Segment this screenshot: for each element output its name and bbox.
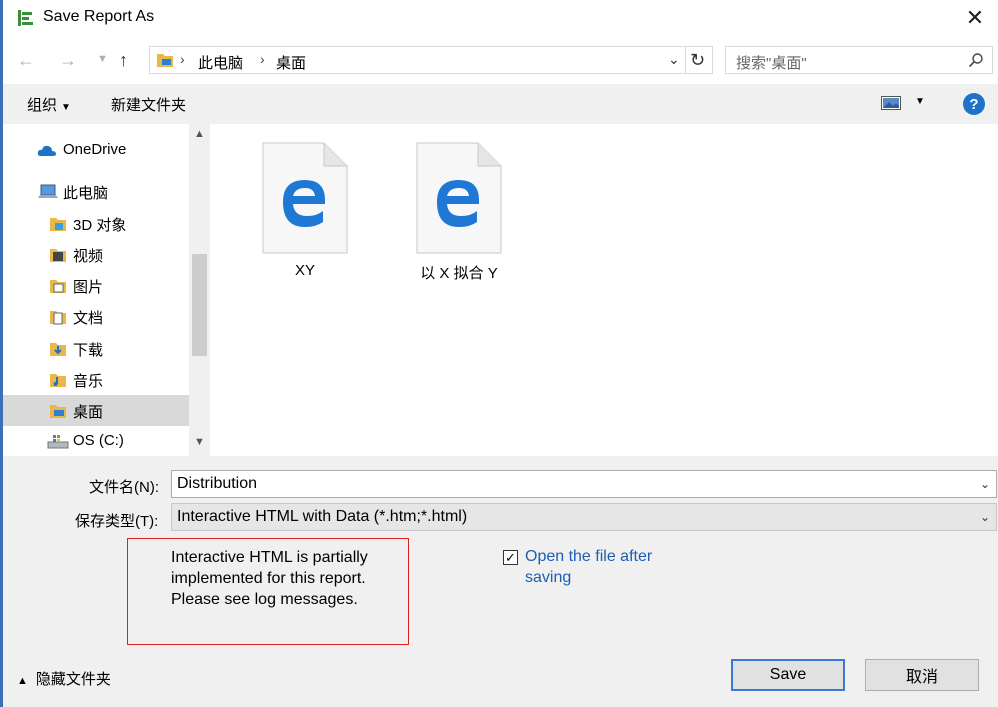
address-history-button[interactable]: ⌄ [668, 51, 680, 68]
save-report-dialog: Save Report As ✕ ← → ▼ ↑ › 此电脑 › 桌面 ⌄ ↻ … [0, 0, 998, 707]
nav-item-label: 桌面 [73, 404, 104, 421]
filename-value: Distribution [177, 475, 258, 492]
nav-item-videos[interactable]: 视频 [3, 239, 189, 270]
music-folder-icon [50, 374, 66, 387]
organize-menu-button[interactable]: 组织 ▼ [27, 94, 71, 115]
filename-label: 文件名(N): [89, 479, 159, 496]
nav-item-3d-objects[interactable]: 3D 对象 [3, 208, 189, 239]
nav-item-label: OS (C:) [73, 432, 124, 449]
chevron-right-icon: › [180, 51, 185, 67]
nav-item-downloads[interactable]: 下载 [3, 333, 189, 364]
filetype-value: Interactive HTML with Data (*.htm;*.html… [177, 508, 468, 525]
folder-icon [157, 54, 173, 67]
nav-item-documents[interactable]: 文档 [3, 301, 189, 332]
navigation-pane: OneDrive 此电脑 3D 对象 视频 图片 文档 下载 音乐 桌面 OS … [3, 124, 210, 456]
forward-button[interactable]: → [59, 50, 77, 71]
nav-item-pictures[interactable]: 图片 [3, 270, 189, 301]
edge-html-file-icon [262, 142, 348, 254]
nav-item-desktop[interactable]: 桌面 [3, 395, 189, 426]
nav-item-label: 文档 [73, 310, 104, 327]
cancel-button[interactable]: 取消 [865, 659, 979, 691]
search-placeholder: 搜索"桌面" [736, 55, 807, 72]
chevron-down-icon: ⌄ [668, 51, 680, 67]
help-button[interactable]: ? [963, 93, 985, 115]
warning-message: Interactive HTML is partially implemente… [171, 549, 368, 608]
open-after-saving-checkbox[interactable]: ✓ [503, 550, 518, 565]
breadcrumb-desktop[interactable]: 桌面 [276, 52, 306, 73]
caret-up-icon: ▲ [17, 675, 28, 687]
divider [685, 47, 686, 73]
chevron-down-icon[interactable]: ⌄ [980, 477, 990, 491]
save-form: 文件名(N): Distribution ⌄ 保存类型(T): Interact… [3, 456, 998, 707]
open-after-saving-label[interactable]: Open the file after saving [525, 546, 685, 588]
file-list: XY 以 X 拟合 Y [210, 124, 998, 456]
file-name: 以 X 拟合 Y [420, 265, 498, 282]
filetype-select[interactable]: Interactive HTML with Data (*.htm;*.html… [171, 503, 997, 531]
nav-item-label: OneDrive [63, 141, 127, 158]
nav-item-label: 视频 [73, 248, 104, 265]
videos-folder-icon [50, 249, 66, 262]
caret-down-icon: ▼ [61, 102, 71, 113]
nav-item-os-drive[interactable]: OS (C:) [3, 426, 189, 457]
window-title: Save Report As [43, 8, 155, 25]
view-options-caret-icon[interactable]: ▼ [915, 96, 925, 107]
3d-objects-folder-icon [50, 218, 66, 231]
title-bar: Save Report As ✕ [3, 0, 998, 36]
nav-item-this-pc[interactable]: 此电脑 [3, 176, 189, 207]
nav-item-music[interactable]: 音乐 [3, 364, 189, 395]
onedrive-icon [37, 145, 56, 156]
arrow-left-icon: ← [17, 50, 35, 70]
computer-icon [38, 184, 58, 198]
back-button[interactable]: ← [17, 50, 35, 71]
file-item[interactable]: XY [226, 140, 356, 290]
downloads-folder-icon [50, 343, 66, 356]
file-item[interactable]: 以 X 拟合 Y [380, 140, 510, 290]
pictures-folder-icon [50, 280, 66, 293]
filetype-label: 保存类型(T): [75, 513, 159, 530]
chevron-down-icon[interactable]: ⌄ [980, 510, 990, 524]
documents-folder-icon [50, 311, 66, 325]
recent-locations-button[interactable]: ▼ [97, 53, 108, 65]
hide-folders-button[interactable]: ▲ 隐藏文件夹 [17, 668, 111, 689]
organize-label: 组织 [27, 97, 58, 114]
new-folder-button[interactable]: 新建文件夹 [111, 94, 186, 115]
nav-item-label: 此电脑 [63, 185, 109, 202]
address-row: ← → ▼ ↑ › 此电脑 › 桌面 ⌄ ↻ 搜索"桌面" [3, 36, 998, 84]
refresh-icon: ↻ [690, 50, 706, 70]
hide-folders-label: 隐藏文件夹 [35, 671, 111, 688]
chevron-right-icon: › [260, 51, 265, 67]
nav-item-label: 音乐 [73, 373, 104, 390]
nav-scrollbar[interactable]: ▲ ▼ [189, 124, 210, 456]
desktop-folder-icon [50, 405, 66, 418]
search-icon [968, 53, 983, 68]
drive-icon [47, 435, 69, 449]
scroll-up-icon[interactable]: ▲ [194, 128, 205, 140]
refresh-button[interactable]: ↻ [690, 50, 705, 71]
arrow-right-icon: → [59, 50, 77, 70]
close-icon: ✕ [965, 5, 985, 30]
arrow-up-icon: ↑ [119, 50, 128, 70]
warning-message-box: Interactive HTML is partially implemente… [127, 538, 409, 645]
scroll-down-icon[interactable]: ▼ [194, 436, 205, 448]
edge-html-file-icon [416, 142, 502, 254]
nav-item-label: 图片 [73, 279, 104, 296]
breadcrumb-this-pc[interactable]: 此电脑 [198, 52, 243, 73]
file-name: XY [294, 262, 315, 279]
nav-item-label: 下载 [73, 342, 104, 359]
address-bar[interactable]: › 此电脑 › 桌面 ⌄ ↻ [149, 46, 713, 74]
nav-item-label: 3D 对象 [73, 217, 127, 234]
save-button[interactable]: Save [731, 659, 845, 691]
filename-input[interactable]: Distribution ⌄ [171, 470, 997, 498]
search-input[interactable]: 搜索"桌面" [725, 46, 993, 74]
view-options-icon[interactable] [881, 96, 901, 110]
nav-item-onedrive[interactable]: OneDrive [3, 135, 189, 166]
command-bar: 组织 ▼ 新建文件夹 ▼ ? [3, 84, 998, 125]
close-button[interactable]: ✕ [952, 0, 998, 36]
checkmark-icon: ✓ [505, 550, 516, 565]
up-button[interactable]: ↑ [119, 50, 128, 71]
report-app-icon [18, 10, 33, 26]
chevron-down-icon: ▼ [97, 53, 108, 65]
scrollbar-thumb[interactable] [192, 254, 207, 356]
